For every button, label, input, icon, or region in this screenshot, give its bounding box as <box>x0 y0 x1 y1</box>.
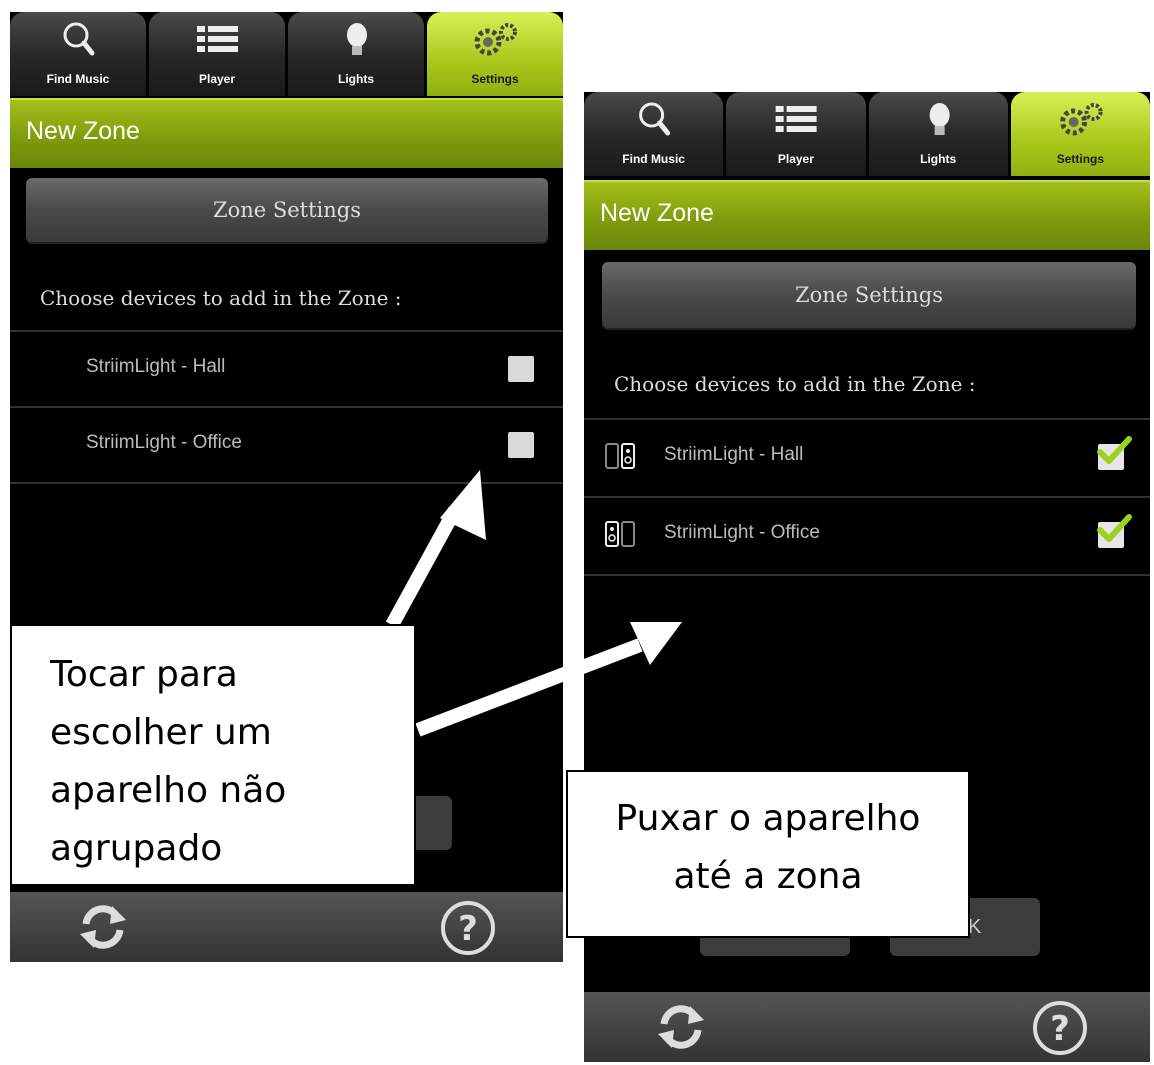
callout-tap-choose: Tocar para escolher um aparelho não agru… <box>10 624 416 886</box>
callout-drag-zone: Puxar o aparelho até a zona <box>566 770 970 938</box>
callout-line: Puxar o aparelho <box>615 798 921 839</box>
arrow-to-checkbox <box>385 506 462 629</box>
callout-line: escolher um <box>50 712 272 753</box>
callout-line: até a zona <box>673 856 863 897</box>
callout-line: Tocar para <box>50 654 238 695</box>
callout-line: aparelho não <box>50 770 287 811</box>
callout-text: Puxar o aparelho até a zona <box>568 790 968 906</box>
callout-line: agrupado <box>50 828 223 869</box>
callout-text: Tocar para escolher um aparelho não agru… <box>50 646 286 878</box>
arrow-to-zone <box>415 638 643 737</box>
